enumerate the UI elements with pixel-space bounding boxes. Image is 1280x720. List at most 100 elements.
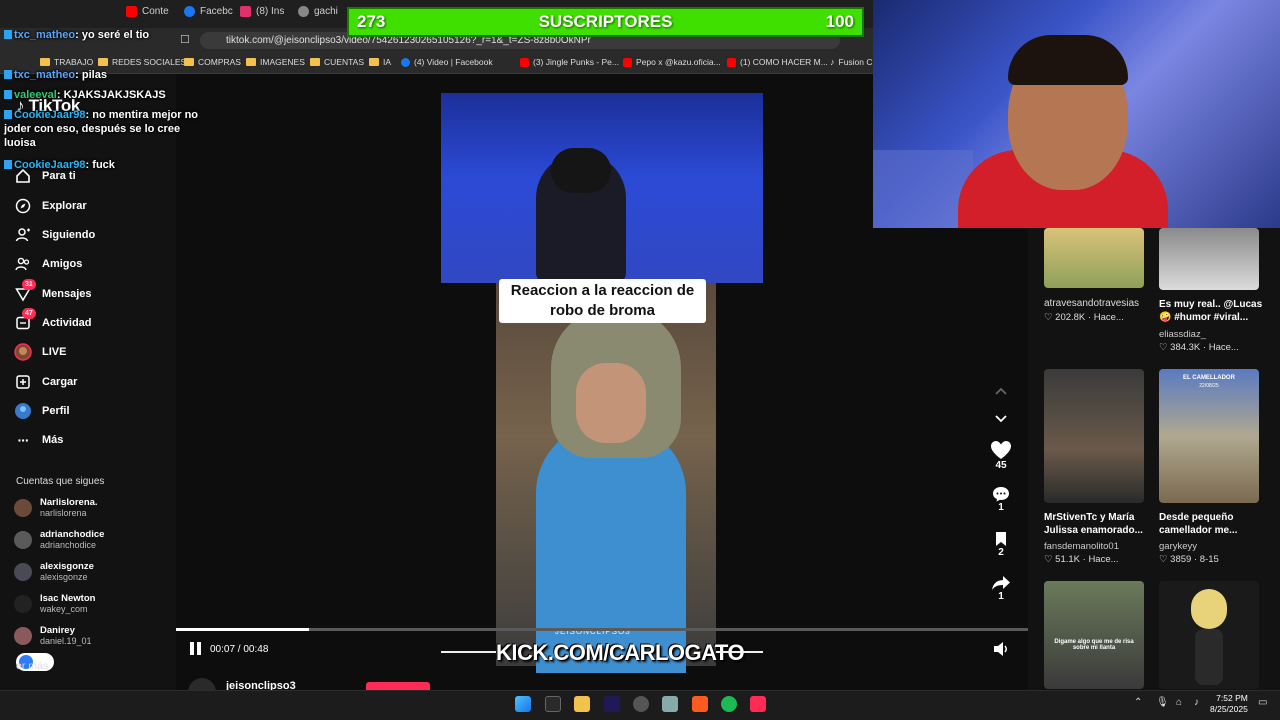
tab-3[interactable]: gachi [298, 6, 338, 17]
nav-mensajes[interactable]: 31 Mensajes [14, 279, 92, 304]
nav-label: Más [42, 434, 64, 446]
rec-author[interactable]: eliassdiaz_ [1159, 329, 1206, 340]
following-account[interactable]: adrianchodice adrianchodice [14, 529, 104, 551]
nav-live[interactable]: LIVE [14, 342, 66, 362]
see-more-link[interactable]: er más [16, 660, 48, 672]
avatar [14, 595, 32, 613]
bookmark-link[interactable]: (4) Video | Facebook [401, 57, 493, 67]
chat-badge-icon [4, 160, 12, 169]
account-name: adrianchodice [40, 529, 105, 540]
nav-mas[interactable]: ··· Más [14, 430, 64, 450]
app-icon[interactable] [633, 696, 649, 712]
video-thumbnail[interactable] [1159, 581, 1259, 689]
windows-start-icon[interactable] [515, 696, 531, 712]
brave-icon[interactable] [692, 696, 708, 712]
account-name: alexisgonze [40, 561, 94, 572]
rec-author[interactable]: garykeyy [1159, 541, 1197, 552]
account-name: Danirey [40, 625, 75, 636]
nav-explorar[interactable]: Explorar [14, 196, 87, 216]
following-account[interactable]: Narlislorena. narlislorena [14, 497, 98, 519]
progress-bar[interactable] [176, 628, 1028, 631]
bookmark-icon[interactable]: ☐ [180, 33, 190, 46]
clock-date: 8/25/2025 [1210, 704, 1248, 714]
rec-title[interactable]: MrStivenTc y María Julissa enamorado... [1044, 511, 1154, 537]
account-name: Isac Newton [40, 593, 96, 604]
following-icon [14, 226, 32, 244]
face-shape [576, 363, 646, 443]
bookmark-link[interactable]: (1) COMO HACER M... [727, 57, 828, 67]
nav-cargar[interactable]: Cargar [14, 372, 77, 392]
tiktok-app-icon[interactable] [750, 696, 766, 712]
following-account[interactable]: Danirey daniel.19_01 [14, 625, 92, 647]
nav-siguiendo[interactable]: Siguiendo [14, 225, 95, 245]
cartoon-body [1195, 629, 1223, 685]
bookmark-link[interactable]: (3) Jingle Punks - Pe... [520, 57, 619, 67]
tab-2[interactable]: (8) Ins [240, 6, 284, 17]
kick-overlay: KICK.COM/CARLOGATO [496, 640, 745, 666]
bookmark-link[interactable]: Pepo x @kazu.oficia... [623, 57, 721, 67]
more-dots-icon: ··· [17, 432, 30, 448]
kick-text: KICK.COM/CARLOGATO [496, 640, 745, 665]
system-clock[interactable]: 7:52 PM 8/25/2025 [1210, 693, 1248, 715]
instagram-icon [240, 6, 251, 17]
volume-icon[interactable] [992, 641, 1010, 657]
premiere-icon[interactable] [604, 696, 620, 712]
clock-time: 7:52 PM [1216, 693, 1248, 703]
comment-button[interactable]: 1 [990, 486, 1012, 513]
pause-button[interactable] [190, 642, 203, 655]
bookmark-folder[interactable]: IA [369, 57, 391, 67]
following-account[interactable]: Isac Newton wakey_com [14, 593, 95, 615]
nav-perfil[interactable]: Perfil [14, 401, 70, 421]
nav-amigos[interactable]: Amigos [14, 254, 82, 274]
bookmark-folder[interactable]: CUENTAS [310, 57, 364, 67]
tray-chevron-icon[interactable]: ⌃ [1134, 697, 1142, 708]
time-display: 00:07 / 00:48 [210, 644, 269, 655]
tab-1[interactable]: Facebc [184, 6, 233, 17]
nav-label: Siguiendo [42, 229, 96, 241]
facebook-icon [184, 6, 195, 17]
rec-author[interactable]: atravesandotravesias [1044, 298, 1139, 309]
speaker-icon[interactable]: ♪ [1194, 697, 1199, 708]
video-thumbnail[interactable] [1044, 228, 1144, 288]
bookmark-folder[interactable]: COMPRAS [184, 57, 241, 67]
spotify-icon[interactable] [721, 696, 737, 712]
avatar [14, 563, 32, 581]
file-explorer-icon[interactable] [574, 696, 590, 712]
avatar [14, 531, 32, 549]
nav-actividad[interactable]: 47 Actividad [14, 308, 92, 333]
bookmark-icon [996, 532, 1006, 546]
video-thumbnail[interactable] [1044, 369, 1144, 503]
bookmark-folder[interactable]: TRABAJO [40, 57, 93, 67]
tab-0[interactable]: Conte [126, 6, 169, 17]
video-thumbnail[interactable]: Digame algo que me de risa sobre mi llan… [1044, 581, 1144, 689]
video-top-frame [441, 93, 763, 283]
rec-stats: ♡ 384.3K · Hace... [1159, 342, 1239, 353]
following-account[interactable]: alexisgonze alexisgonze [14, 561, 94, 583]
chat-user: txc_matheo [14, 69, 76, 81]
chat-message: txc_matheo: pilas [4, 68, 107, 82]
like-button[interactable]: 45 [990, 440, 1012, 471]
bookmark-label: CUENTAS [324, 57, 364, 67]
kick-line [441, 651, 496, 653]
next-video-button[interactable] [990, 414, 1012, 424]
rec-author[interactable]: fansdemanolito01 [1044, 541, 1119, 552]
chat-badge-icon [4, 70, 12, 79]
nav-label: Actividad [42, 317, 92, 329]
app-icon[interactable] [662, 696, 678, 712]
save-button[interactable]: 2 [990, 531, 1012, 558]
notification-icon[interactable]: ▭ [1258, 697, 1267, 708]
prev-video-button[interactable] [990, 386, 1012, 396]
account-handle: adrianchodice [40, 540, 97, 550]
video-thumbnail[interactable] [1159, 228, 1259, 290]
rec-title[interactable]: Desde pequeño camellador me... [1159, 511, 1269, 537]
network-icon[interactable]: ⌂ [1176, 697, 1182, 708]
bookmark-folder[interactable]: REDES SOCIALES [98, 57, 186, 67]
bookmark-folder[interactable]: IMAGENES [246, 57, 305, 67]
video-thumbnail[interactable]: EL CAMELLADOR 22/08/25 [1159, 369, 1259, 503]
friends-icon [14, 255, 32, 273]
rec-title[interactable]: Es muy real.. @Lucas 🤪 #humor #viral... [1159, 298, 1269, 324]
share-button[interactable]: 1 [990, 575, 1012, 602]
epic-games-icon[interactable] [545, 696, 561, 712]
microphone-icon[interactable]: 🎙 [1156, 697, 1169, 708]
bookmark-link[interactable]: ♪ Fusion Cl [830, 57, 874, 67]
